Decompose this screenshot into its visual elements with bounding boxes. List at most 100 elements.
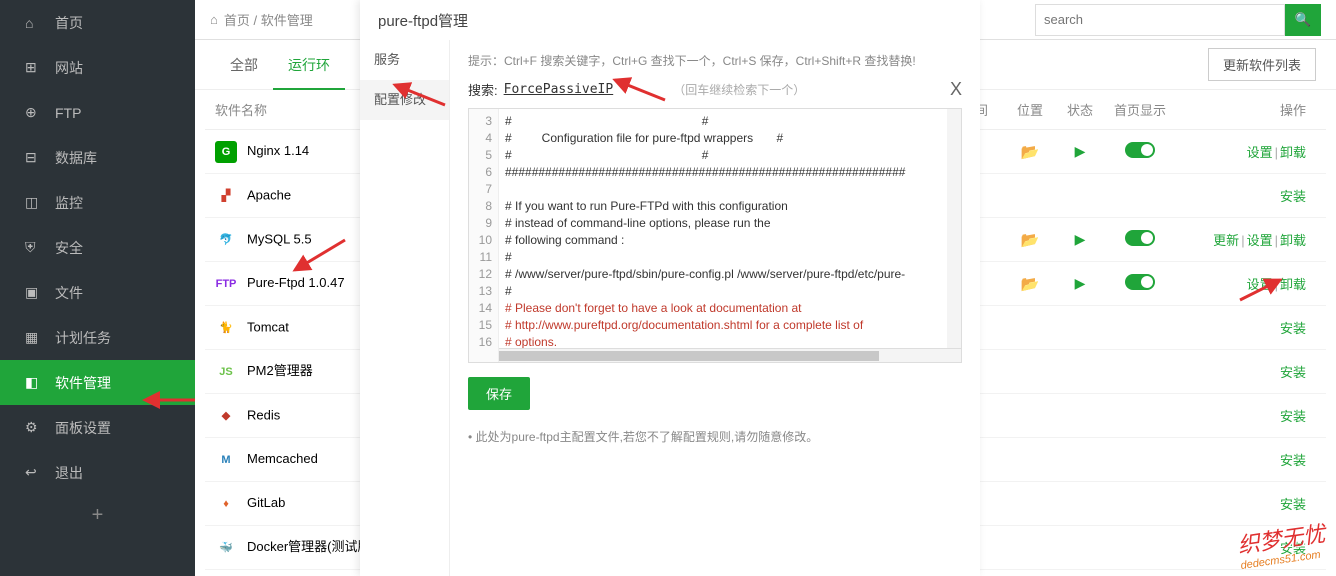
software-name: Tomcat [247, 319, 289, 334]
sidebar-icon: ⚙ [25, 419, 43, 436]
software-icon: 🐬 [215, 229, 237, 251]
modal-content: 提示：Ctrl+F 搜索关键字，Ctrl+G 查找下一个，Ctrl+S 保存，C… [450, 40, 980, 576]
software-icon: ♦ [215, 493, 237, 515]
sidebar-item-label: 文件 [55, 283, 83, 303]
sidebar-item-label: 面板设置 [55, 418, 111, 438]
op-link[interactable]: 安装 [1280, 409, 1306, 424]
software-icon: 🐳 [215, 537, 237, 559]
breadcrumb: ⌂ 首页 / 软件管理 [210, 10, 313, 29]
toggle-switch[interactable] [1125, 274, 1155, 290]
col-op: 设置|卸载 [1175, 142, 1316, 161]
col-op: 安装 [1175, 450, 1316, 469]
col-status: ▶ [1055, 231, 1105, 248]
toggle-switch[interactable] [1125, 230, 1155, 246]
op-link[interactable]: 安装 [1280, 321, 1306, 336]
close-icon[interactable]: X [950, 79, 962, 100]
sidebar-item-1[interactable]: ⊞网站 [0, 45, 195, 90]
folder-icon[interactable]: 📂 [1021, 144, 1040, 161]
editor-search-row: 搜索: ForcePassiveIP （回车继续检索下一个） X [468, 79, 962, 100]
toggle-switch[interactable] [1125, 142, 1155, 158]
software-icon: ◆ [215, 405, 237, 427]
sidebar-item-label: 网站 [55, 58, 83, 78]
op-link[interactable]: 设置 [1247, 277, 1273, 292]
sidebar-icon: ▦ [25, 329, 43, 346]
software-name: Memcached [247, 451, 318, 466]
editor-gutter: 345678910111213141516 [469, 109, 499, 362]
software-name: GitLab [247, 495, 285, 510]
editor-search-value[interactable]: ForcePassiveIP [504, 82, 614, 97]
software-icon: ▞ [215, 185, 237, 207]
search-button[interactable]: 🔍 [1285, 4, 1321, 36]
col-pos: 📂 [1005, 231, 1055, 249]
sidebar-item-label: 数据库 [55, 148, 97, 168]
sidebar-icon: ⊕ [25, 104, 43, 121]
save-button[interactable]: 保存 [468, 377, 530, 410]
sidebar-item-3[interactable]: ⊟ 数据库 [0, 135, 195, 180]
op-link[interactable]: 卸载 [1280, 145, 1306, 160]
software-name: Nginx 1.14 [247, 143, 309, 158]
software-icon: G [215, 141, 237, 163]
sidebar-item-2[interactable]: ⊕FTP [0, 90, 195, 135]
search-label: 搜索: [468, 80, 498, 99]
modal-sidebar: 服务配置修改 [360, 40, 450, 576]
modal-tab-0[interactable]: 服务 [360, 40, 449, 80]
folder-icon[interactable]: 📂 [1021, 276, 1040, 293]
editor-vscroll[interactable] [947, 109, 961, 348]
software-icon: JS [215, 361, 237, 383]
sidebar: ⌂首页⊞网站⊕FTP ⊟ 数据库 ◫监控 ⛨ 安全 ▣ 文件 ▦计划任务◧软件管理 ⚙ 面板设置 ↩退… [0, 0, 195, 576]
code-editor[interactable]: 345678910111213141516 # ## Configuration… [468, 108, 962, 363]
op-link[interactable]: 设置 [1247, 233, 1273, 248]
op-link[interactable]: 卸载 [1280, 277, 1306, 292]
sidebar-item-8[interactable]: ◧软件管理 [0, 360, 195, 405]
software-name: Redis [247, 407, 280, 422]
play-icon[interactable]: ▶ [1075, 275, 1086, 291]
modal-tab-1[interactable]: 配置修改 [360, 80, 449, 120]
sidebar-item-label: 退出 [55, 463, 83, 483]
software-name: Apache [247, 187, 291, 202]
modal-hint: 提示：Ctrl+F 搜索关键字，Ctrl+G 查找下一个，Ctrl+S 保存，C… [468, 52, 962, 69]
col-pos: 📂 [1005, 143, 1055, 161]
op-link[interactable]: 安装 [1280, 497, 1306, 512]
col-status: ▶ [1055, 143, 1105, 160]
sidebar-item-6[interactable]: ▣ 文件 [0, 270, 195, 315]
op-link[interactable]: 设置 [1247, 145, 1273, 160]
search-input[interactable] [1035, 4, 1285, 36]
col-home [1105, 230, 1175, 249]
modal-title: pure-ftpd管理 [360, 0, 980, 40]
main-tabs: 全部运行环 [215, 40, 345, 90]
op-link[interactable]: 更新 [1213, 233, 1239, 248]
software-icon: 🐈 [215, 317, 237, 339]
op-link[interactable]: 安装 [1280, 189, 1306, 204]
sidebar-item-7[interactable]: ▦计划任务 [0, 315, 195, 360]
sidebar-item-5[interactable]: ⛨ 安全 [0, 225, 195, 270]
sidebar-icon: ⊟ [25, 149, 43, 166]
sidebar-icon: ⛨ [25, 239, 43, 256]
sidebar-add[interactable]: + [0, 495, 195, 535]
tab-0[interactable]: 全部 [215, 40, 273, 90]
play-icon[interactable]: ▶ [1075, 143, 1086, 159]
op-link[interactable]: 安装 [1280, 365, 1306, 380]
folder-icon[interactable]: 📂 [1021, 232, 1040, 249]
software-name: Pure-Ftpd 1.0.47 [247, 275, 345, 290]
th-op: 操作 [1175, 100, 1316, 119]
sidebar-item-10[interactable]: ↩退出 [0, 450, 195, 495]
tab-1[interactable]: 运行环 [273, 40, 345, 90]
editor-code[interactable]: # ## Configuration file for pure-ftpd wr… [499, 109, 961, 362]
col-op: 更新|设置|卸载 [1175, 230, 1316, 249]
col-home [1105, 142, 1175, 161]
sidebar-item-9[interactable]: ⚙ 面板设置 [0, 405, 195, 450]
col-op: 安装 [1175, 186, 1316, 205]
sidebar-icon: ▣ [25, 284, 43, 301]
editor-hscroll[interactable] [499, 348, 961, 362]
sidebar-item-4[interactable]: ◫监控 [0, 180, 195, 225]
breadcrumb-text: 首页 / 软件管理 [224, 10, 313, 29]
play-icon[interactable]: ▶ [1075, 231, 1086, 247]
sidebar-item-label: 安全 [55, 238, 83, 258]
op-link[interactable]: 卸载 [1280, 233, 1306, 248]
sidebar-item-0[interactable]: ⌂首页 [0, 0, 195, 45]
hscroll-thumb[interactable] [499, 351, 879, 361]
col-op: 安装 [1175, 362, 1316, 381]
update-software-list-button[interactable]: 更新软件列表 [1208, 48, 1316, 81]
home-icon: ⌂ [210, 12, 218, 27]
op-link[interactable]: 安装 [1280, 453, 1306, 468]
